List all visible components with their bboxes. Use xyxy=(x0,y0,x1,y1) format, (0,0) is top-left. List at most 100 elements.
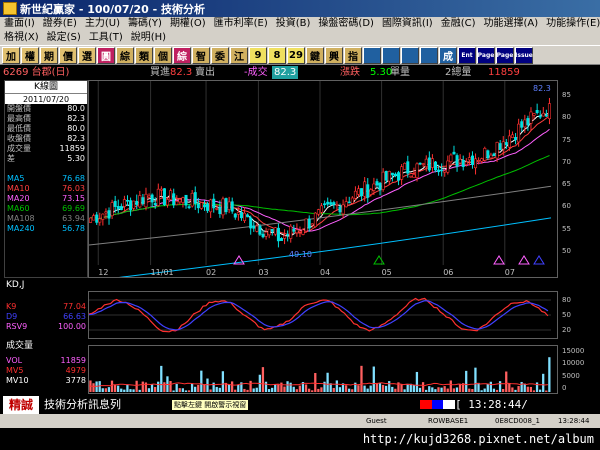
candle-body xyxy=(141,197,145,204)
candle-body xyxy=(298,230,302,233)
toolbar-button[interactable]: 9 xyxy=(249,46,267,64)
kd-chart[interactable] xyxy=(88,291,558,339)
toolbar-button[interactable]: 成 xyxy=(439,46,457,64)
candle-body xyxy=(433,161,437,171)
y-tick-label: 0 xyxy=(562,383,567,392)
menu-item[interactable]: 主力(U) xyxy=(81,17,124,31)
stock-code[interactable]: 6269 台郡(日) xyxy=(3,66,69,79)
toolbar-button[interactable] xyxy=(420,46,438,64)
candle-body xyxy=(510,134,514,138)
candle-body xyxy=(326,201,330,205)
y-tick-label: 75 xyxy=(562,135,571,144)
volume-bar xyxy=(344,385,348,392)
menu-item[interactable]: 金融(C) xyxy=(437,17,480,31)
menu-item[interactable]: 匯市利率(E) xyxy=(210,17,272,31)
toolbar-button[interactable]: 類 xyxy=(135,46,153,64)
toolbar-button[interactable]: 委 xyxy=(211,46,229,64)
volume-bar xyxy=(311,390,314,392)
row-value: 77.04 xyxy=(63,302,86,311)
menu-item[interactable]: 操盤密碼(D) xyxy=(314,17,378,31)
candle-body xyxy=(212,198,216,209)
menu-item[interactable]: 投資(B) xyxy=(272,17,315,31)
menu-item[interactable]: 工具(T) xyxy=(85,31,127,45)
volume-bar xyxy=(471,388,474,392)
toolbar-button[interactable]: Issue xyxy=(515,46,533,64)
toolbar-button[interactable]: 綜 xyxy=(116,46,134,64)
candle-body xyxy=(252,225,256,229)
candlestick-chart[interactable]: 12 11/01 02 03 04 05 06 07 82.3 49.10 xyxy=(88,80,558,282)
toolbar-button[interactable] xyxy=(401,46,419,64)
toolbar-button[interactable] xyxy=(363,46,381,64)
candle-body xyxy=(196,204,200,209)
menu-item[interactable]: 設定(S) xyxy=(43,31,85,45)
toolbar-button[interactable]: 綜 xyxy=(173,46,191,64)
menu-item[interactable]: 期權(O) xyxy=(166,17,210,31)
toolbar-button[interactable]: 興 xyxy=(325,46,343,64)
volume-bar xyxy=(542,373,545,392)
server-status: ROWBASE1 xyxy=(428,417,469,425)
toolbar-button[interactable]: 權 xyxy=(21,46,39,64)
menu-item[interactable]: 說明(H) xyxy=(127,31,170,45)
toolbar-button[interactable]: Page xyxy=(496,46,514,64)
volume-bar xyxy=(351,389,354,392)
toolbar-button[interactable]: Page xyxy=(477,46,495,64)
volume-chart[interactable] xyxy=(88,345,558,394)
candle-body xyxy=(283,235,287,239)
value-row: 最低價 80.0 xyxy=(5,124,87,134)
toolbar-button[interactable]: 價 xyxy=(59,46,77,64)
candle-body xyxy=(156,188,160,206)
toolbar-button[interactable] xyxy=(382,46,400,64)
volume-bar xyxy=(92,383,95,392)
candle-body xyxy=(477,160,481,162)
toolbar-button[interactable]: 8 xyxy=(268,46,286,64)
toolbar-button[interactable]: 鍵 xyxy=(306,46,324,64)
toolbar-button[interactable]: 圓 xyxy=(97,46,115,64)
toolbar-button[interactable]: 個 xyxy=(154,46,172,64)
candle-body xyxy=(437,169,441,173)
volume-bar xyxy=(465,370,468,392)
menu-item[interactable]: 功能選擇(A) xyxy=(480,17,543,31)
candle-body xyxy=(218,206,222,215)
row-value: 69.69 xyxy=(62,204,85,213)
kd-values: K9 77.04 D9 66.63 RSV9 100.00 xyxy=(4,302,88,339)
toolbar-button[interactable]: 加 xyxy=(2,46,20,64)
volume-bar xyxy=(227,384,231,392)
y-tick-label: 50 xyxy=(562,246,571,255)
menu-item[interactable]: 畫面(I) xyxy=(0,17,39,31)
candle-body xyxy=(187,206,191,208)
menu-bar: 畫面(I) 證券(E) 主力(U) 籌碼(Y) 期權(O) 匯市利率(E) 投資(B) 操盤密… xyxy=(0,17,600,45)
watermark-bar: http://kujd3268.pixnet.net/album xyxy=(0,428,600,450)
toolbar-button[interactable]: 29 xyxy=(287,46,305,64)
candle-body xyxy=(316,209,320,215)
volume-bar xyxy=(348,388,351,392)
toolbar-button[interactable]: 期 xyxy=(40,46,58,64)
alert-hint[interactable]: 點擊左鍵 開啟警示視窗 xyxy=(172,400,249,410)
candle-body xyxy=(129,200,133,211)
candle-body xyxy=(230,201,234,212)
toolbar-button[interactable]: Ent xyxy=(458,46,476,64)
y-tick-label: 80 xyxy=(562,295,571,304)
menu-item[interactable]: 格視(X) xyxy=(0,31,43,45)
row-value: 73.15 xyxy=(62,194,85,203)
row-value: 5.30 xyxy=(67,154,85,163)
candle-body xyxy=(372,183,376,191)
volume-bar xyxy=(280,382,283,392)
candle-body xyxy=(338,206,342,213)
menu-item[interactable]: 籌碼(Y) xyxy=(124,17,166,31)
menu-item[interactable]: 國際資訊(I) xyxy=(378,17,437,31)
toolbar-button[interactable]: 智 xyxy=(192,46,210,64)
y-tick-label: 5000 xyxy=(562,371,580,380)
row-label: 最高價 xyxy=(7,114,31,123)
kline-info-panel: K線圖 2011/07/20 開盤價 80.0 最高價 82.3 最低價 80.0 收盤價 8… xyxy=(4,80,88,278)
signal-marker xyxy=(533,255,545,265)
menu-item[interactable]: 功能操作(E) xyxy=(542,17,600,31)
menu-item[interactable]: 證券(E) xyxy=(39,17,81,31)
candle-body xyxy=(538,115,542,118)
volume-bar xyxy=(320,387,323,392)
candle-body xyxy=(246,214,250,218)
toolbar-button[interactable]: 江 xyxy=(230,46,248,64)
toolbar-button[interactable]: 指 xyxy=(344,46,362,64)
volume-svg xyxy=(88,357,551,392)
volume-bar xyxy=(357,385,360,392)
toolbar-button[interactable]: 選 xyxy=(78,46,96,64)
